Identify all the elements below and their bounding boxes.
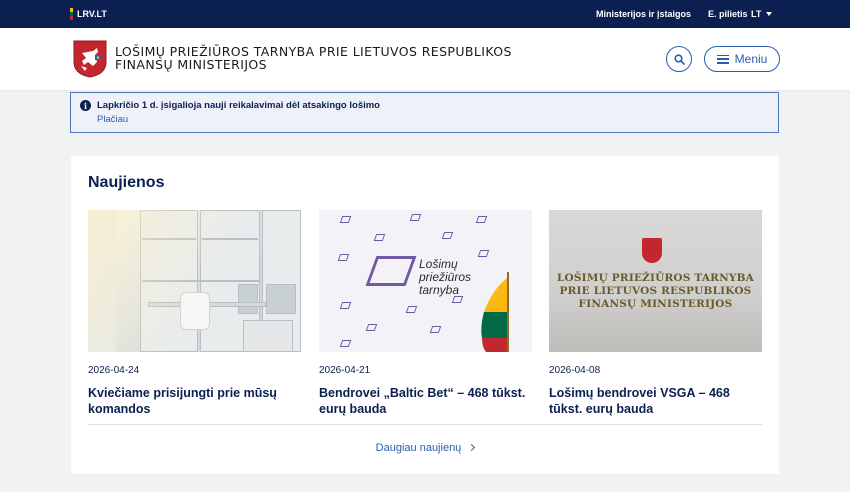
- news-title[interactable]: Lošimų bendrovei VSGA – 468 tūkst. eurų …: [549, 385, 762, 417]
- language-label: LT: [751, 9, 762, 19]
- top-bar: LRV.LT Ministerijos ir įstaigos E. pilie…: [0, 0, 850, 28]
- menu-button[interactable]: Meniu: [704, 46, 780, 72]
- wall-sign-text: LOŠIMŲ PRIEŽIŪROS TARNYBA PRIE LIETUVOS …: [556, 272, 755, 310]
- search-button[interactable]: [666, 46, 692, 72]
- alert-message: Lapkričio 1 d. įsigalioja nauji reikalav…: [97, 100, 380, 111]
- chevron-right-icon: [468, 443, 476, 452]
- more-news-label: Daugiau naujienų: [375, 442, 462, 454]
- news-heading: Naujienos: [88, 174, 165, 191]
- info-alert: i Lapkričio 1 d. įsigalioja nauji reikal…: [70, 92, 779, 133]
- menu-label: Meniu: [734, 52, 768, 66]
- lithuanian-flag-icon: [481, 272, 509, 352]
- news-date: 2026-04-08: [549, 365, 601, 376]
- news-item[interactable]: LOŠIMŲ PRIEŽIŪROS TARNYBA PRIE LIETUVOS …: [549, 210, 762, 417]
- news-title[interactable]: Kviečiame prisijungti prie mūsų komandos: [88, 385, 301, 417]
- news-image-sign[interactable]: LOŠIMŲ PRIEŽIŪROS TARNYBA PRIE LIETUVOS …: [549, 210, 762, 352]
- hamburger-icon: [716, 54, 729, 64]
- news-date: 2026-04-21: [319, 365, 371, 376]
- alert-more-link[interactable]: Plačiau: [97, 114, 128, 125]
- news-title[interactable]: Bendrovei „Baltic Bet“ – 468 tūkst. eurų…: [319, 385, 532, 417]
- news-date: 2026-04-24: [88, 365, 140, 376]
- lpt-logo-icon: [365, 256, 417, 286]
- search-icon: [673, 53, 685, 65]
- org-name[interactable]: LOŠIMŲ PRIEŽIŪROS TARNYBA PRIE LIETUVOS …: [115, 45, 535, 71]
- lrv-home-link[interactable]: LRV.LT: [70, 8, 107, 20]
- lrv-label: LRV.LT: [77, 9, 107, 19]
- info-icon: i: [80, 100, 91, 111]
- news-item[interactable]: Lošimų priežiūros tarnyba 2026-04-21 Ben…: [319, 210, 532, 417]
- news-image-banner[interactable]: Lošimų priežiūros tarnyba: [319, 210, 532, 352]
- ministries-link[interactable]: Ministerijos ir įstaigos: [596, 9, 691, 19]
- chevron-down-icon: [766, 12, 773, 16]
- top-links: Ministerijos ir įstaigos E. pilietis: [596, 9, 748, 19]
- e-citizen-link[interactable]: E. pilietis: [708, 9, 748, 19]
- banner-logo-text: Lošimų priežiūros tarnyba: [419, 257, 472, 297]
- language-selector[interactable]: LT: [751, 9, 773, 19]
- news-item[interactable]: 2026-04-24 Kviečiame prisijungti prie mū…: [88, 210, 301, 417]
- news-section: Naujienos 2026-04-24 Kviečiame prisijung…: [71, 156, 779, 474]
- more-news-link[interactable]: Daugiau naujienų: [71, 442, 779, 454]
- coat-of-arms-icon: [642, 238, 662, 263]
- coat-of-arms-icon[interactable]: [73, 40, 107, 78]
- divider: [88, 424, 762, 425]
- news-image-office[interactable]: [88, 210, 301, 352]
- lithuanian-flag-icon: [70, 8, 73, 20]
